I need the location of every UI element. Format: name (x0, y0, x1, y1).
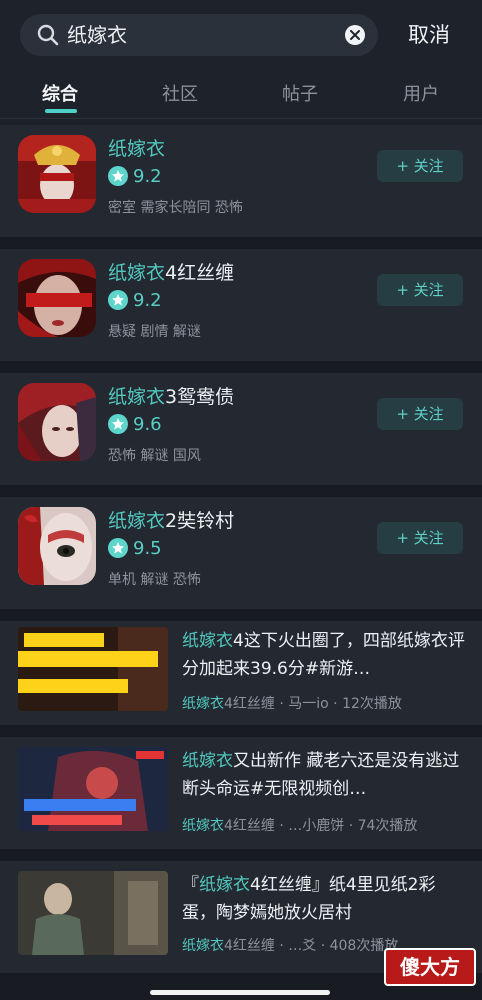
video-meta: 纸嫁衣4红丝缠 · …爻 · 408次播放 (182, 938, 399, 954)
video-thumbnail (18, 747, 168, 831)
game-tags: 恐怖 解谜 国风 (108, 448, 201, 464)
game-icon (18, 507, 96, 585)
divider (0, 609, 482, 621)
game-icon (18, 259, 96, 337)
video-meta: 纸嫁衣4红丝缠 · …小鹿饼 · 74次播放 (182, 818, 418, 834)
game-result[interactable]: 纸嫁衣 9.2 密室 需家长陪同 恐怖 + 关注 (0, 125, 482, 237)
star-icon (108, 414, 128, 434)
game-icon (18, 135, 96, 213)
video-result[interactable]: 纸嫁衣4这下火出圈了，四部纸嫁衣评分加起来39.6分#新游… 纸嫁衣4红丝缠 ·… (0, 621, 482, 725)
video-result[interactable]: 纸嫁衣又出新作 藏老六还是没有逃过断头命运#无限视频创… 纸嫁衣4红丝缠 · …… (0, 737, 482, 849)
search-icon (37, 24, 59, 46)
divider (0, 849, 482, 861)
divider (0, 485, 482, 497)
watermark: 傻大方 (384, 948, 476, 986)
game-tags: 单机 解谜 恐怖 (108, 572, 201, 588)
game-title: 纸嫁衣3鸳鸯债 (108, 386, 235, 408)
game-result[interactable]: 纸嫁衣2奘铃村 9.5 单机 解谜 恐怖 + 关注 (0, 497, 482, 609)
tab-community[interactable]: 社区 (150, 80, 210, 106)
follow-button[interactable]: + 关注 (377, 398, 463, 430)
game-icon (18, 383, 96, 461)
game-result[interactable]: 纸嫁衣4红丝缠 9.2 悬疑 剧情 解谜 + 关注 (0, 249, 482, 361)
cancel-button[interactable]: 取消 (408, 18, 450, 52)
rating-score: 9.5 (133, 538, 162, 559)
tab-active-indicator (45, 109, 77, 113)
tab-all[interactable]: 综合 (30, 80, 90, 106)
video-title: 纸嫁衣又出新作 藏老六还是没有逃过断头命运#无限视频创… (182, 751, 460, 799)
follow-button[interactable]: + 关注 (377, 274, 463, 306)
tab-users[interactable]: 用户 (391, 80, 451, 106)
follow-button[interactable]: + 关注 (377, 522, 463, 554)
game-tags: 密室 需家长陪同 恐怖 (108, 200, 243, 216)
game-title: 纸嫁衣 (108, 138, 166, 160)
follow-button[interactable]: + 关注 (377, 150, 463, 182)
star-icon (108, 538, 128, 558)
tab-posts[interactable]: 帖子 (270, 80, 330, 106)
divider (0, 237, 482, 249)
star-icon (108, 166, 128, 186)
video-title: 『纸嫁衣4红丝缠』纸4里见纸2彩蛋，陶梦嫣她放火居村 (182, 875, 436, 923)
home-indicator (150, 990, 330, 995)
game-tags: 悬疑 剧情 解谜 (108, 324, 201, 340)
star-icon (108, 290, 128, 310)
search-box[interactable]: 纸嫁衣 (20, 14, 378, 56)
divider (0, 361, 482, 373)
video-thumbnail (18, 871, 168, 955)
video-thumbnail (18, 627, 168, 711)
video-title: 纸嫁衣4这下火出圈了，四部纸嫁衣评分加起来39.6分#新游… (182, 631, 465, 679)
top-bar: 纸嫁衣 取消 (0, 0, 482, 70)
clear-icon[interactable] (345, 25, 365, 45)
rating-score: 9.2 (133, 290, 162, 311)
game-title: 纸嫁衣2奘铃村 (108, 510, 235, 532)
rating-score: 9.6 (133, 414, 162, 435)
video-meta: 纸嫁衣4红丝缠 · 马一io · 12次播放 (182, 696, 402, 712)
search-input[interactable]: 纸嫁衣 (67, 14, 127, 56)
game-title: 纸嫁衣4红丝缠 (108, 262, 235, 284)
game-result[interactable]: 纸嫁衣3鸳鸯债 9.6 恐怖 解谜 国风 + 关注 (0, 373, 482, 485)
divider (0, 725, 482, 737)
rating-score: 9.2 (133, 166, 162, 187)
